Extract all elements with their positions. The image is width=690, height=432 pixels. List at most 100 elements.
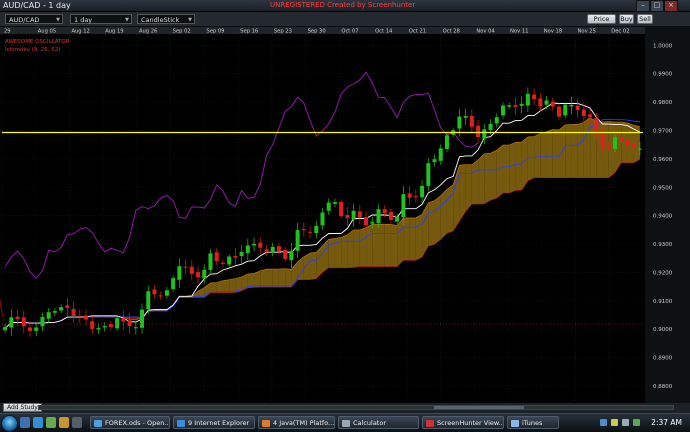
candle-body xyxy=(414,196,418,197)
candle-body xyxy=(221,263,225,264)
y-tick-label: 0.9400 xyxy=(653,214,673,220)
candle-body xyxy=(190,267,194,274)
candle-body xyxy=(383,209,387,213)
camera-icon xyxy=(426,420,434,427)
candle-body xyxy=(526,94,530,106)
x-tick-label: Sep 09 xyxy=(206,29,224,35)
application-window: AUD/CAD - 1 day UNREGISTERED Created by … xyxy=(0,0,690,431)
calculator-icon xyxy=(342,420,350,427)
kumo-cloud-segment xyxy=(509,142,515,193)
kumo-cloud-segment xyxy=(347,230,353,268)
internet-explorer-icon[interactable] xyxy=(33,417,43,428)
candle-body xyxy=(327,203,331,211)
candle-body xyxy=(240,252,244,256)
candle-body xyxy=(513,105,517,107)
candle-body xyxy=(283,250,287,259)
kumo-cloud-segment xyxy=(603,122,609,178)
candle-body xyxy=(96,328,100,329)
candle-body xyxy=(128,320,132,326)
kumo-cloud-segment xyxy=(441,189,447,239)
candle-body xyxy=(445,135,449,149)
candle-body xyxy=(352,211,356,220)
y-tick-label: 0.9700 xyxy=(653,129,673,135)
candle-body xyxy=(165,290,169,295)
media-player-icon[interactable] xyxy=(46,417,56,428)
power-icon[interactable] xyxy=(633,419,640,426)
kumo-cloud-segment xyxy=(416,214,422,260)
taskbar-item[interactable]: 9 Internet Explorer xyxy=(173,416,255,429)
add-study-button[interactable]: Add Study xyxy=(3,403,42,412)
candle-body xyxy=(532,94,536,99)
candle-body xyxy=(53,311,57,313)
sell-button[interactable]: Sell xyxy=(637,14,653,24)
start-button[interactable] xyxy=(1,415,18,432)
candle-body xyxy=(439,148,443,160)
candle-body xyxy=(215,252,219,261)
chart-area[interactable]: 29Aug 05Aug 12Aug 19Aug 26Sep 02Sep 09Se… xyxy=(0,27,690,403)
maximize-button[interactable]: □ xyxy=(650,0,664,12)
candle-body xyxy=(594,118,598,133)
security-icon[interactable] xyxy=(611,419,618,426)
y-tick-label: 0.9100 xyxy=(653,299,673,305)
network-icon[interactable] xyxy=(600,419,607,426)
period-select[interactable]: 1 day ▼ xyxy=(70,14,132,24)
candle-body xyxy=(420,186,424,197)
y-tick-label: 0.9500 xyxy=(653,185,673,191)
volume-icon[interactable] xyxy=(622,419,629,426)
kumo-cloud-segment xyxy=(578,122,584,177)
x-tick-label: Aug 12 xyxy=(71,29,89,35)
candle-body xyxy=(557,107,561,117)
taskbar-item[interactable]: iTunes xyxy=(507,416,559,429)
y-tick-label: 0.9200 xyxy=(653,270,673,276)
y-tick-label: 0.8800 xyxy=(653,384,673,390)
candle-body xyxy=(258,243,262,248)
candle-body xyxy=(171,278,175,289)
candle-body xyxy=(115,318,119,328)
price-box-button[interactable]: Price Box xyxy=(587,14,616,24)
close-button[interactable]: × xyxy=(664,0,678,12)
x-tick-label: Dec 02 xyxy=(611,29,629,35)
candle-body xyxy=(395,217,399,222)
switch-windows-icon[interactable] xyxy=(72,417,82,428)
kumo-cloud-segment xyxy=(310,252,316,279)
candle-body xyxy=(370,222,374,224)
taskbar-item[interactable]: ScreenHunter View... xyxy=(422,416,504,429)
show-desktop-icon[interactable] xyxy=(20,417,30,428)
candle-body xyxy=(152,289,156,294)
scrollbar-thumb[interactable] xyxy=(434,406,524,409)
x-tick-label: Aug 19 xyxy=(105,29,123,35)
candlestick-chart[interactable]: 29Aug 05Aug 12Aug 19Aug 26Sep 02Sep 09Se… xyxy=(0,27,690,403)
candle-body xyxy=(569,105,573,106)
candle-body xyxy=(22,317,26,326)
chart-style-value: CandleStick xyxy=(141,16,179,24)
chart-scrollbar[interactable] xyxy=(38,405,674,410)
candle-body xyxy=(208,253,212,269)
candle-body xyxy=(9,317,13,327)
candle-body xyxy=(72,309,76,316)
minimize-button[interactable]: – xyxy=(636,0,650,12)
candle-body xyxy=(632,143,636,148)
taskbar-item[interactable]: 4 Java(TM) Platfo... xyxy=(258,416,335,429)
candle-body xyxy=(308,232,312,233)
kumo-cloud-segment xyxy=(447,185,453,234)
candle-body xyxy=(582,110,586,117)
kumo-cloud-segment xyxy=(472,160,478,204)
candle-body xyxy=(16,317,20,319)
candle-body xyxy=(489,124,493,130)
java-icon xyxy=(262,420,270,427)
chevron-down-icon: ▼ xyxy=(125,15,129,25)
kumo-cloud-segment xyxy=(466,165,472,212)
kumo-cloud-segment xyxy=(379,224,385,266)
candle-body xyxy=(146,291,150,309)
chart-style-select[interactable]: CandleStick ▼ xyxy=(137,14,195,24)
taskbar-item[interactable]: Calculator xyxy=(338,416,419,429)
itunes-icon xyxy=(511,420,519,427)
kumo-cloud-segment xyxy=(266,269,272,287)
candle-body xyxy=(121,318,125,321)
buy-button[interactable]: Buy xyxy=(619,14,634,24)
x-tick-label: Sep 23 xyxy=(274,29,292,35)
taskbar-item[interactable]: FOREX.ods - Open... xyxy=(90,416,170,429)
symbol-select[interactable]: AUD/CAD ▼ xyxy=(5,14,63,24)
folder-icon[interactable] xyxy=(59,417,69,428)
y-tick-label: 0.9600 xyxy=(653,157,673,163)
